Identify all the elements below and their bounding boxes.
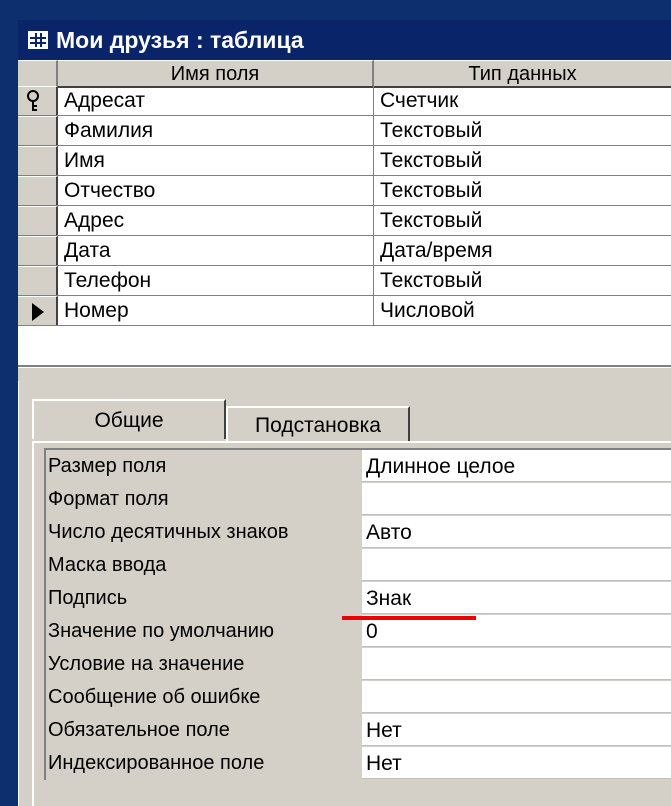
row-selector[interactable] (18, 266, 58, 295)
row-selector[interactable] (18, 146, 58, 175)
property-label[interactable]: Формат поля (46, 483, 364, 516)
property-label[interactable]: Сообщение об ошибке (46, 681, 364, 714)
table-row[interactable]: Адресат Счетчик (18, 86, 671, 116)
property-label[interactable]: Размер поля (46, 450, 364, 483)
header-corner[interactable] (18, 60, 58, 86)
data-type-cell[interactable]: Текстовый (374, 176, 671, 205)
table-row[interactable]: Отчество Текстовый (18, 176, 671, 206)
table-row[interactable]: Дата Дата/время (18, 236, 671, 266)
property-value-field[interactable]: Авто (362, 516, 671, 548)
property-row: Подпись Знак (46, 582, 671, 615)
annotation-underline (342, 616, 476, 620)
table-row[interactable]: Телефон Текстовый (18, 266, 671, 296)
table-icon (28, 31, 48, 49)
property-row: Число десятичных знаков Авто (46, 516, 671, 549)
property-label[interactable]: Обязательное поле (46, 714, 364, 747)
property-value-field[interactable]: Нет (362, 747, 671, 779)
property-value-field[interactable]: Длинное целое (362, 450, 671, 482)
properties-list: Размер поля Длинное целое Формат поля Чи… (44, 448, 671, 780)
row-selector[interactable] (18, 236, 58, 265)
property-label[interactable]: Значение по умолчанию (46, 615, 364, 648)
field-name-cell[interactable]: Адресат (58, 86, 374, 115)
row-selector[interactable] (18, 296, 58, 325)
field-name-cell[interactable]: Дата (58, 236, 374, 265)
field-name-cell[interactable]: Имя (58, 146, 374, 175)
field-name-cell[interactable]: Адрес (58, 206, 374, 235)
property-label[interactable]: Подпись (46, 582, 364, 615)
property-row: Индексированное поле Нет (46, 747, 671, 780)
header-data-type[interactable]: Тип данных (374, 60, 671, 86)
row-selector[interactable] (18, 86, 58, 115)
table-row[interactable]: Адрес Текстовый (18, 206, 671, 236)
data-type-cell[interactable]: Текстовый (374, 146, 671, 175)
data-type-cell[interactable]: Текстовый (374, 116, 671, 145)
header-field-name[interactable]: Имя поля (58, 60, 374, 86)
field-name-cell[interactable]: Телефон (58, 266, 374, 295)
tab-general[interactable]: Общие (32, 399, 226, 439)
data-type-cell[interactable]: Числовой (374, 296, 671, 325)
property-value-field[interactable] (362, 681, 671, 713)
row-selector[interactable] (18, 176, 58, 205)
tab-lookup[interactable]: Подстановка (226, 406, 410, 442)
property-row: Формат поля (46, 483, 671, 516)
pane-splitter[interactable] (18, 365, 671, 381)
property-row: Размер поля Длинное целое (46, 450, 671, 483)
property-value-field[interactable] (362, 483, 671, 515)
property-value-field[interactable]: Знак (362, 582, 671, 614)
table-row[interactable]: Фамилия Текстовый (18, 116, 671, 146)
grid-header: Имя поля Тип данных (18, 60, 671, 88)
field-name-cell[interactable]: Отчество (58, 176, 374, 205)
field-grid: Имя поля Тип данных Адресат Счетчик Фами… (18, 60, 671, 365)
table-design-window: Мои друзья : таблица Имя поля Тип данных… (18, 20, 671, 806)
data-type-cell[interactable]: Счетчик (374, 86, 671, 115)
data-type-cell[interactable]: Текстовый (374, 266, 671, 295)
table-row[interactable]: Имя Текстовый (18, 146, 671, 176)
table-row[interactable]: Номер Числовой (18, 296, 671, 326)
property-label[interactable]: Маска ввода (46, 549, 364, 582)
property-value-field[interactable] (362, 549, 671, 581)
property-value-field[interactable] (362, 648, 671, 680)
property-label[interactable]: Условие на значение (46, 648, 364, 681)
row-selector[interactable] (18, 206, 58, 235)
field-name-cell[interactable]: Фамилия (58, 116, 374, 145)
window-title: Мои друзья : таблица (56, 26, 304, 53)
property-value-field[interactable]: Нет (362, 714, 671, 746)
key-icon (27, 90, 39, 111)
data-type-cell[interactable]: Дата/время (374, 236, 671, 265)
data-type-cell[interactable]: Текстовый (374, 206, 671, 235)
property-row: Сообщение об ошибке (46, 681, 671, 714)
property-row: Обязательное поле Нет (46, 714, 671, 747)
property-label[interactable]: Индексированное поле (46, 747, 364, 780)
window-titlebar[interactable]: Мои друзья : таблица (18, 20, 671, 60)
property-label[interactable]: Число десятичных знаков (46, 516, 364, 549)
property-row: Условие на значение (46, 648, 671, 681)
row-selector[interactable] (18, 116, 58, 145)
field-name-cell[interactable]: Номер (58, 296, 374, 325)
property-row: Маска ввода (46, 549, 671, 582)
current-row-arrow-icon (32, 303, 44, 321)
